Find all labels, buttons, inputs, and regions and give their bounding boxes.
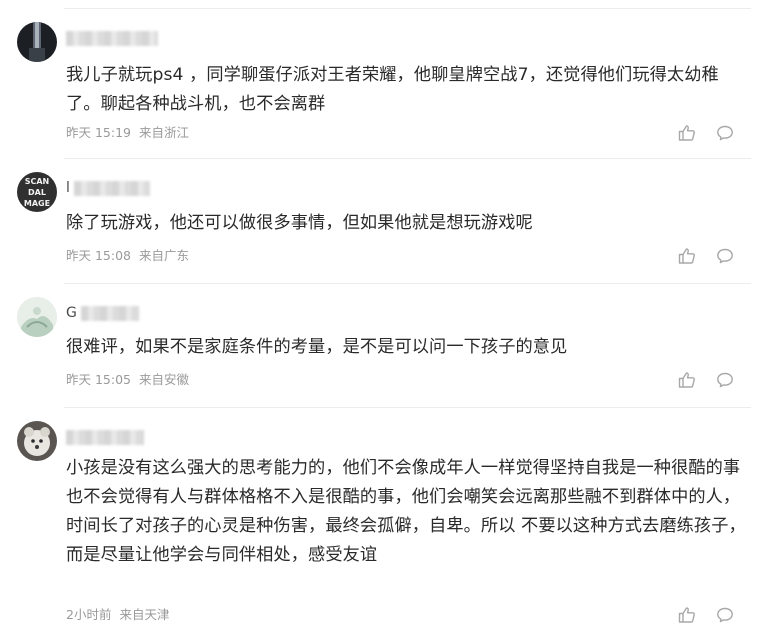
username-blurred [66,429,144,445]
avatar[interactable] [17,22,57,62]
comment-item: SCAN DAL MAGE l 除了玩游戏，他还可以做很多事情，但如果他就是想玩… [0,159,757,284]
avatar-text: SCAN [25,177,50,186]
comment-meta: 2小时前 来自天津 [66,607,169,623]
avatar[interactable] [17,297,57,337]
speech-bubble-icon [717,125,733,141]
reply-button[interactable] [716,371,734,389]
reply-button[interactable] [716,247,734,265]
thumbs-up-icon [678,607,695,623]
comment-meta: 昨天 15:19 来自浙江 [66,125,189,141]
speech-bubble-icon [717,248,733,264]
avatar-text: DAL [28,188,46,197]
avatar-text: MAGE [24,199,50,208]
username-blurred [66,30,158,46]
comment-item: 小孩是没有这么强大的思考能力的，他们不会像成年人一样觉得坚持自我是一种很酷的事 … [0,408,757,642]
speech-bubble-icon [717,607,733,623]
comment-time: 2小时前 [66,607,112,622]
like-button[interactable] [678,371,696,389]
thumbs-up-icon [678,372,695,388]
reply-button[interactable] [716,606,734,624]
username[interactable] [66,29,158,47]
comment-time: 昨天 15:19 [66,125,131,140]
username[interactable]: G [66,304,140,322]
speech-bubble-icon [717,372,733,388]
username[interactable] [66,428,144,446]
comment-text: 我儿子就玩ps4 ，同学聊蛋仔派对王者荣耀，他聊皇牌空战7，还觉得他们玩得太幼稚… [66,65,719,114]
comment-location: 来自浙江 [138,125,189,140]
comment-time: 昨天 15:08 [66,248,131,263]
comment-text: 很难评，如果不是家庭条件的考量，是不是可以问一下孩子的意见 [66,337,568,357]
comment-location: 来自安徽 [138,372,189,387]
username-blurred [81,305,140,321]
comment-text: 小孩是没有这么强大的思考能力的，他们不会像成年人一样觉得坚持自我是一种很酷的事 … [66,458,746,565]
thumbs-up-icon [678,248,695,264]
comment-item: 我儿子就玩ps4 ，同学聊蛋仔派对王者荣耀，他聊皇牌空战7，还觉得他们玩得太幼稚… [0,9,757,159]
avatar[interactable]: SCAN DAL MAGE [17,172,57,212]
thumbs-up-icon [678,125,695,141]
comment-meta: 昨天 15:05 来自安徽 [66,372,189,388]
like-button[interactable] [678,247,696,265]
comment-time: 昨天 15:05 [66,372,131,387]
username-initial: l [66,180,70,196]
like-button[interactable] [678,124,696,142]
comment-item: G 很难评，如果不是家庭条件的考量，是不是可以问一下孩子的意见 昨天 15:05… [0,284,757,408]
reply-button[interactable] [716,124,734,142]
comment-text: 除了玩游戏，他还可以做很多事情，但如果他就是想玩游戏呢 [66,213,533,233]
username-blurred [74,180,151,196]
username-initial: G [66,305,77,321]
like-button[interactable] [678,606,696,624]
comment-location: 来自天津 [119,607,170,622]
avatar[interactable] [17,421,57,461]
comment-meta: 昨天 15:08 来自广东 [66,248,189,264]
username[interactable]: l [66,179,151,197]
comment-location: 来自广东 [138,248,189,263]
